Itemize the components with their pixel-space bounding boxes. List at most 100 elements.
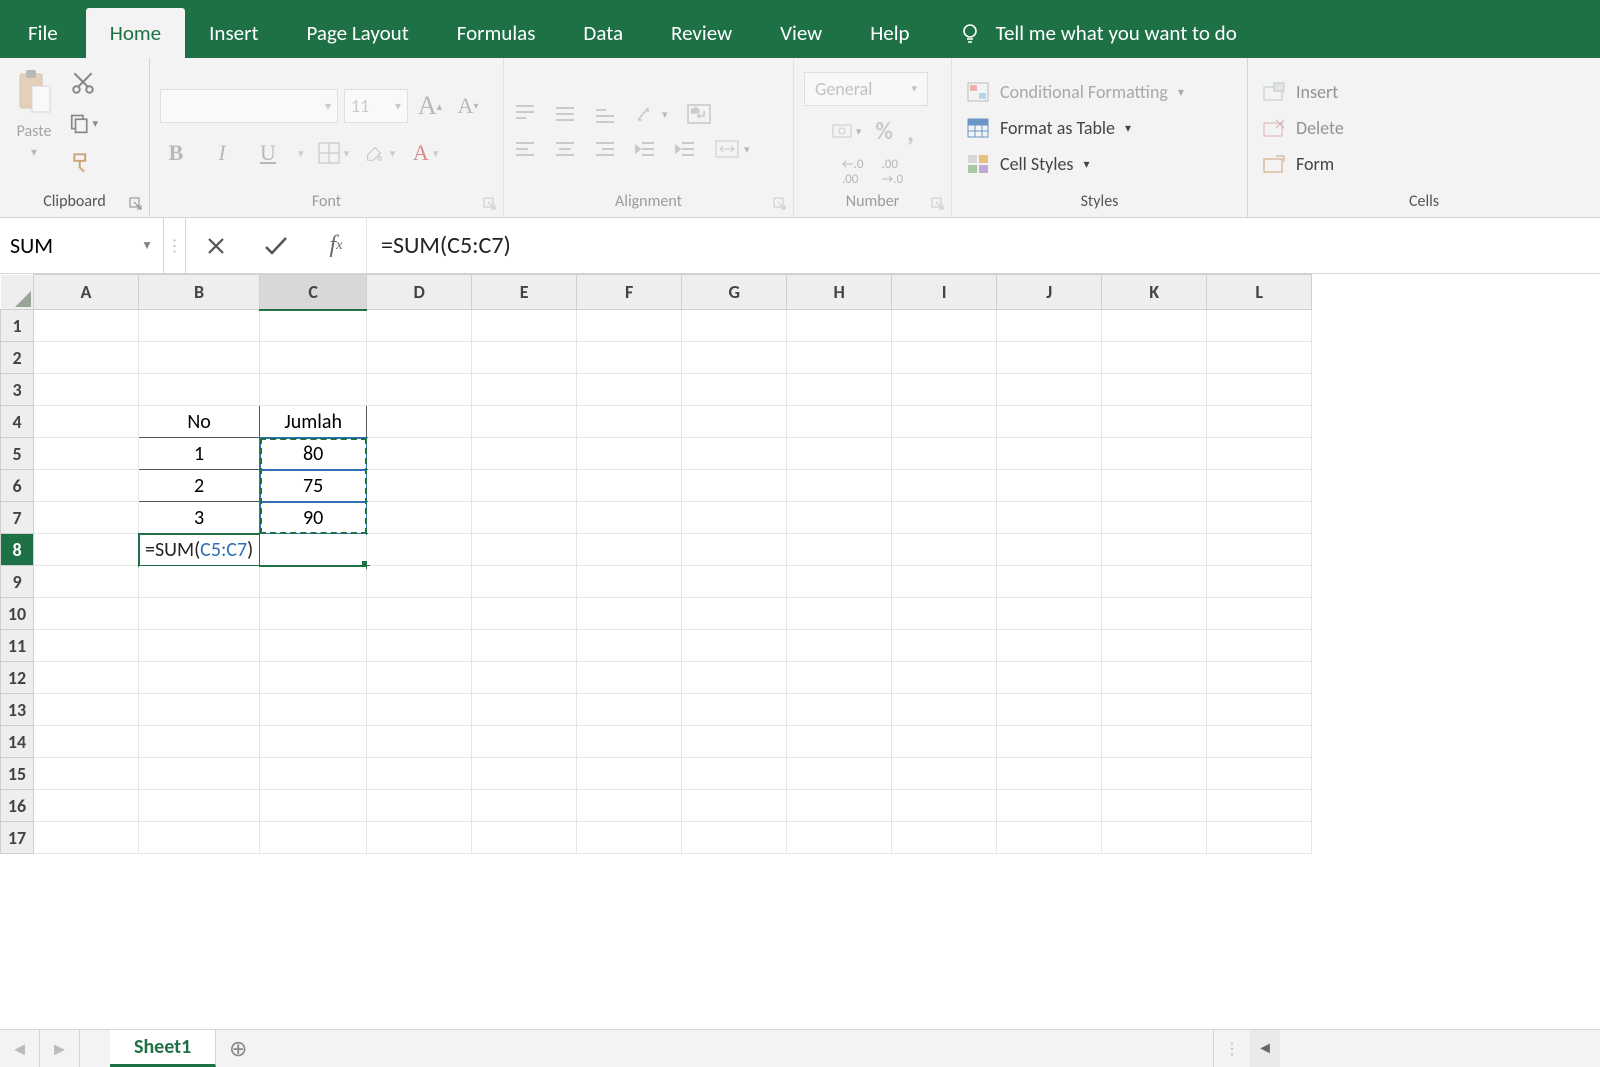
cell[interactable] xyxy=(260,726,367,758)
font-size-dropdown[interactable]: 11▾ xyxy=(344,89,408,123)
cell[interactable] xyxy=(997,662,1102,694)
cell[interactable] xyxy=(892,374,997,406)
cell[interactable] xyxy=(260,630,367,662)
tab-formulas[interactable]: Formulas xyxy=(433,8,560,58)
cell[interactable] xyxy=(34,662,139,694)
cell[interactable] xyxy=(34,694,139,726)
cut-icon[interactable] xyxy=(68,68,98,98)
row-header[interactable]: 14 xyxy=(1,726,34,758)
borders-button[interactable]: ▾ xyxy=(318,137,350,169)
insert-function-button[interactable]: fx xyxy=(306,232,366,259)
cell[interactable]: 90 xyxy=(260,502,367,534)
cell[interactable] xyxy=(367,374,472,406)
cell[interactable] xyxy=(34,374,139,406)
cell[interactable] xyxy=(892,438,997,470)
cell[interactable] xyxy=(139,566,260,598)
cell[interactable] xyxy=(892,662,997,694)
number-format-dropdown[interactable]: General ▾ xyxy=(804,72,928,106)
cell[interactable] xyxy=(997,694,1102,726)
cell[interactable] xyxy=(1207,598,1312,630)
cell[interactable] xyxy=(472,790,577,822)
cell[interactable] xyxy=(892,630,997,662)
cell[interactable] xyxy=(367,502,472,534)
formula-bar-handle[interactable]: ⋮ xyxy=(164,218,186,273)
cell[interactable] xyxy=(892,726,997,758)
cell[interactable] xyxy=(1207,310,1312,342)
tab-home[interactable]: Home xyxy=(86,8,185,58)
delete-cells-button[interactable]: Delete xyxy=(1258,111,1590,145)
column-header[interactable]: H xyxy=(787,275,892,310)
cell[interactable] xyxy=(577,470,682,502)
cell[interactable] xyxy=(997,438,1102,470)
cell[interactable] xyxy=(1207,566,1312,598)
cell[interactable] xyxy=(1102,790,1207,822)
cell[interactable] xyxy=(139,726,260,758)
cell[interactable] xyxy=(997,406,1102,438)
cell[interactable] xyxy=(367,310,472,342)
row-header[interactable]: 1 xyxy=(1,310,34,342)
sheet-tab-active[interactable]: Sheet1 xyxy=(110,1030,216,1067)
cell[interactable] xyxy=(892,470,997,502)
format-as-table-button[interactable]: Format as Table ▾ xyxy=(962,111,1237,145)
cell[interactable] xyxy=(472,534,577,566)
cell[interactable] xyxy=(892,342,997,374)
cell[interactable]: 80 xyxy=(260,438,367,470)
cell[interactable] xyxy=(260,342,367,374)
cell[interactable] xyxy=(139,598,260,630)
cell[interactable] xyxy=(997,598,1102,630)
cell[interactable]: 1 xyxy=(139,438,260,470)
scroll-left-button[interactable]: ◄ xyxy=(1250,1030,1280,1067)
row-header[interactable]: 4 xyxy=(1,406,34,438)
cell[interactable] xyxy=(260,374,367,406)
cell[interactable] xyxy=(997,566,1102,598)
cell[interactable] xyxy=(139,374,260,406)
tab-tell-me[interactable]: Tell me what you want to do xyxy=(934,8,1261,58)
underline-button[interactable]: U xyxy=(252,137,284,169)
cell[interactable]: 3 xyxy=(139,502,260,534)
cell[interactable] xyxy=(472,566,577,598)
cell[interactable] xyxy=(787,470,892,502)
decrease-decimal-icon[interactable]: .00→.0 xyxy=(882,157,904,187)
cell[interactable] xyxy=(260,566,367,598)
cell[interactable] xyxy=(260,662,367,694)
cell[interactable] xyxy=(1207,662,1312,694)
cell[interactable] xyxy=(892,758,997,790)
column-header[interactable]: J xyxy=(997,275,1102,310)
cell[interactable] xyxy=(260,822,367,854)
row-header[interactable]: 5 xyxy=(1,438,34,470)
cell[interactable] xyxy=(1102,502,1207,534)
cell[interactable] xyxy=(34,406,139,438)
cell[interactable] xyxy=(787,598,892,630)
cell[interactable] xyxy=(472,694,577,726)
cell[interactable] xyxy=(577,502,682,534)
cell[interactable] xyxy=(1207,470,1312,502)
cell[interactable] xyxy=(34,822,139,854)
cell[interactable] xyxy=(367,758,472,790)
dialog-launcher-icon[interactable] xyxy=(929,195,947,213)
cell[interactable] xyxy=(1102,662,1207,694)
cell[interactable] xyxy=(1102,758,1207,790)
cell[interactable] xyxy=(682,630,787,662)
cell[interactable] xyxy=(260,758,367,790)
cell[interactable] xyxy=(577,790,682,822)
cell[interactable] xyxy=(34,758,139,790)
cell[interactable] xyxy=(787,758,892,790)
shrink-font-button[interactable]: A▾ xyxy=(452,90,484,122)
cell[interactable] xyxy=(682,726,787,758)
cell[interactable] xyxy=(997,310,1102,342)
cell[interactable] xyxy=(577,598,682,630)
cell[interactable] xyxy=(997,534,1102,566)
tab-view[interactable]: View xyxy=(756,8,846,58)
tab-help[interactable]: Help xyxy=(846,8,933,58)
cell[interactable] xyxy=(787,790,892,822)
dialog-launcher-icon[interactable] xyxy=(127,195,145,213)
comma-icon[interactable]: , xyxy=(907,114,914,149)
fill-color-button[interactable]: ▾ xyxy=(364,137,396,169)
format-cells-button[interactable]: Form xyxy=(1258,147,1590,181)
cell[interactable] xyxy=(34,470,139,502)
insert-cells-button[interactable]: Insert xyxy=(1258,75,1590,109)
align-center-icon[interactable] xyxy=(554,139,576,159)
cell[interactable] xyxy=(892,406,997,438)
cell[interactable] xyxy=(787,694,892,726)
cell[interactable] xyxy=(682,822,787,854)
